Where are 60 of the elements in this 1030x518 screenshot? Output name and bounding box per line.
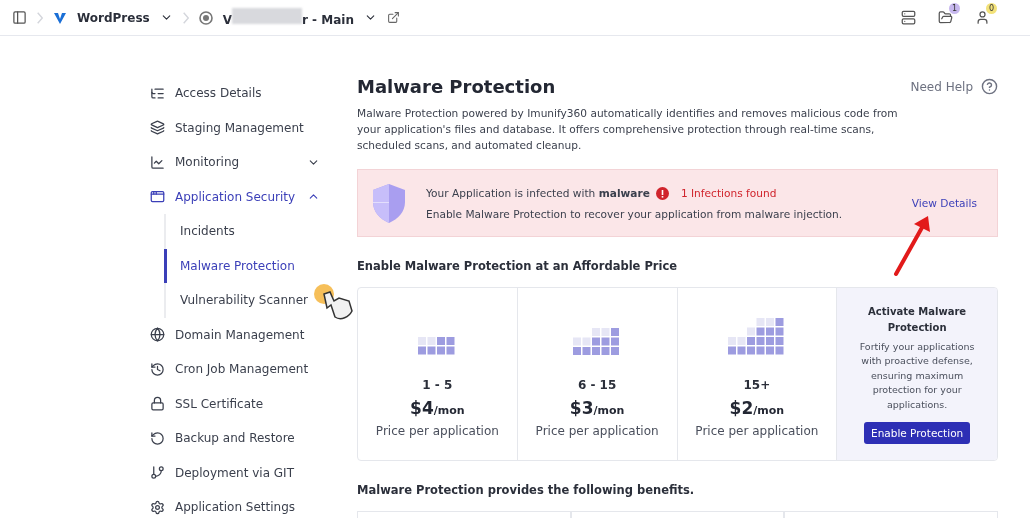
sidebar-toggle-icon[interactable] [12,10,27,25]
sidebar-item[interactable]: Backup and Restore [150,421,350,456]
sidebar-item[interactable]: Application Security [150,179,350,214]
sidebar-item[interactable]: Domain Management [150,317,350,352]
app-name[interactable]: V r - Main [222,8,354,27]
sidebar-item[interactable]: Staging Management [150,110,350,145]
submenu-item[interactable]: Incidents [164,214,350,249]
wordpress-icon [198,10,213,25]
bar-steps-icon [418,337,457,356]
infection-count: 1 Infections found [680,187,777,199]
sidebar-item[interactable]: Deployment via GIT [150,455,350,490]
notification-badge: 1 [949,3,960,14]
menu-icon [150,327,165,343]
bar-steps-icon [728,318,786,356]
tier-price: $2/mon [729,398,785,418]
view-details-link[interactable]: View Details [911,197,977,209]
activate-title: Activate Malware Protection [867,304,968,335]
menu-icon [150,465,165,481]
logo-icon [53,10,67,25]
user-icon[interactable] [975,10,990,25]
external-link-icon[interactable] [386,11,400,24]
menu-icon [150,361,165,377]
sidebar-item[interactable]: SSL Certificate [150,386,350,421]
tier-price: $4/mon [410,398,465,418]
menu-icon [150,396,165,412]
tier-price: $3/mon [569,398,625,418]
notification-badge: 0 [986,3,997,14]
page-title: Malware Protection [357,76,556,97]
bar-steps-icon [573,327,621,356]
tier-range: 6 - 15 [577,378,617,392]
sidebar-item[interactable]: Access Details [150,76,350,111]
sidebar-item[interactable]: Monitoring [150,145,350,180]
menu-icon [150,499,165,515]
folder-icon[interactable] [938,10,953,25]
activate-text: Fortify your applications with proactive defense, ensuring maximum protection for your applications. [858,339,976,412]
menu-icon [150,189,165,205]
menu-icon [150,120,165,136]
help-link[interactable]: Need Help [910,79,973,94]
breadcrumb-separator-icon [37,11,43,24]
menu-icon [150,430,165,446]
section-heading: Enable Malware Protection at an Affordable Price [357,259,679,273]
tier-range: 1 - 5 [422,378,453,392]
tier-range: 15+ [743,378,771,392]
tier-note: Price per application [695,424,819,438]
breadcrumb-separator-icon [182,11,189,24]
menu-icon [150,85,165,101]
help-icon[interactable] [981,78,998,95]
alert-message: Your Application is infected with malware [426,187,650,199]
menu-icon [150,154,165,170]
sidebar-item[interactable]: Cron Job Management [150,352,350,387]
error-icon [655,186,669,200]
section-heading: Malware Protection provides the following benefits. [357,483,696,497]
description: Malware Protection powered by Imunify360 automatically identifies and removes malicious code from your application's files and database. It offers comprehensive protection through real-time scans, scheduled scans, and automated cleanup. [357,106,899,153]
enable-protection-button[interactable]: Enable Protection [864,422,971,445]
breadcrumb-link[interactable]: WordPress [77,10,150,25]
alert-detail: Enable Malware Protection to recover your application from malware injection. [426,207,844,220]
tier-note: Price per application [375,424,499,438]
tier-note: Price per application [535,424,659,438]
server-icon[interactable] [901,10,916,25]
sidebar-item[interactable]: Application Settings [150,490,350,518]
